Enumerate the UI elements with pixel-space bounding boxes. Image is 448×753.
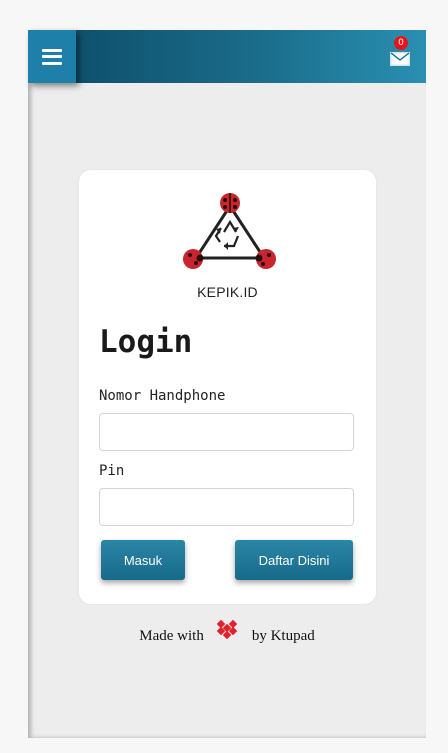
top-bar: 0	[28, 30, 426, 83]
pin-label: Pin	[99, 463, 125, 479]
register-button[interactable]: Daftar Disini	[235, 540, 353, 580]
login-button[interactable]: Masuk	[101, 540, 185, 580]
page-title: Login	[99, 324, 193, 360]
ladybug-top	[220, 193, 240, 213]
menu-button[interactable]	[28, 30, 76, 83]
envelope-icon	[390, 52, 410, 66]
kepik-logo	[183, 193, 276, 269]
footer-author: by Ktupad	[251, 628, 315, 644]
pin-input[interactable]	[99, 488, 354, 526]
phone-input[interactable]	[99, 413, 354, 451]
login-card: KEPIK.ID Login Nomor Handphone Pin Masuk…	[79, 170, 376, 604]
inbox-button[interactable]: 0	[388, 36, 414, 68]
heart-icon	[216, 619, 238, 639]
hamburger-icon	[42, 48, 62, 65]
footer-credit: Made with by Ktupad	[28, 619, 426, 645]
brand-name: KEPIK.ID	[197, 284, 258, 300]
phone-label: Nomor Handphone	[99, 388, 226, 404]
app-frame: 0 KEPIK.ID Login Nomor Handphone Pin Mas…	[28, 30, 426, 738]
footer-made-with: Made with	[139, 628, 204, 644]
notification-badge: 0	[394, 36, 408, 50]
